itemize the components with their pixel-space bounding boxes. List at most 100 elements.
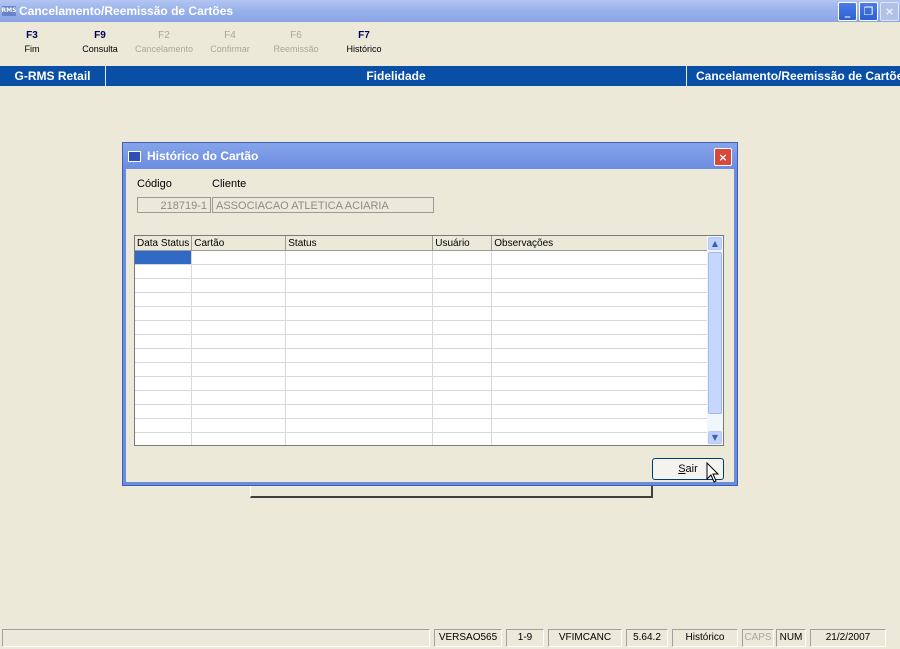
table-cell[interactable] xyxy=(285,278,434,293)
table-cell[interactable] xyxy=(135,376,193,391)
table-cell[interactable] xyxy=(285,390,434,405)
col-usuario[interactable]: Usuário xyxy=(432,236,493,251)
table-cell[interactable] xyxy=(432,320,493,335)
table-cell[interactable] xyxy=(135,432,193,445)
table-cell[interactable] xyxy=(491,418,709,433)
table-cell[interactable] xyxy=(191,432,287,445)
table-cell[interactable] xyxy=(491,404,709,419)
codigo-field[interactable]: 218719-1 xyxy=(137,197,211,213)
toolbar-f2-cancelamento[interactable]: F2 Cancelamento xyxy=(132,30,196,54)
table-cell[interactable] xyxy=(491,432,709,445)
col-data-status[interactable]: Data Status xyxy=(135,236,193,251)
table-cell[interactable] xyxy=(285,320,434,335)
table-row[interactable] xyxy=(135,376,709,391)
table-cell[interactable] xyxy=(191,418,287,433)
table-cell[interactable] xyxy=(191,390,287,405)
table-cell[interactable] xyxy=(135,390,193,405)
table-cell[interactable] xyxy=(135,404,193,419)
table-cell[interactable] xyxy=(432,334,493,349)
table-cell[interactable] xyxy=(191,376,287,391)
col-cartao[interactable]: Cartão xyxy=(191,236,287,251)
table-cell[interactable] xyxy=(135,362,193,377)
main-title-bar[interactable]: RMS Cancelamento/Reemissão de Cartões _ … xyxy=(0,0,900,22)
cliente-field[interactable]: ASSOCIACAO ATLETICA ACIARIA xyxy=(212,197,434,213)
table-cell[interactable] xyxy=(285,432,434,445)
table-cell[interactable] xyxy=(432,264,493,279)
toolbar-f6-reemissao[interactable]: F6 Reemissão xyxy=(270,30,322,54)
table-row[interactable] xyxy=(135,432,709,445)
table-cell[interactable] xyxy=(135,250,193,265)
toolbar-f9-consulta[interactable]: F9 Consulta xyxy=(78,30,122,54)
table-cell[interactable] xyxy=(135,292,193,307)
table-cell[interactable] xyxy=(491,376,709,391)
table-cell[interactable] xyxy=(191,250,287,265)
table-cell[interactable] xyxy=(285,334,434,349)
scroll-thumb[interactable] xyxy=(708,252,722,414)
table-cell[interactable] xyxy=(285,418,434,433)
table-cell[interactable] xyxy=(135,334,193,349)
table-cell[interactable] xyxy=(285,250,434,265)
table-cell[interactable] xyxy=(491,292,709,307)
table-cell[interactable] xyxy=(191,320,287,335)
table-cell[interactable] xyxy=(432,404,493,419)
scroll-up-icon[interactable]: ▲ xyxy=(708,237,722,250)
table-cell[interactable] xyxy=(432,390,493,405)
table-cell[interactable] xyxy=(491,348,709,363)
table-cell[interactable] xyxy=(432,418,493,433)
history-grid[interactable]: Data Status Cartão Status Usuário Observ… xyxy=(134,235,724,446)
table-cell[interactable] xyxy=(285,404,434,419)
table-cell[interactable] xyxy=(491,264,709,279)
table-cell[interactable] xyxy=(432,362,493,377)
dialog-title-bar[interactable]: Histórico do Cartão × xyxy=(123,143,737,169)
table-cell[interactable] xyxy=(135,418,193,433)
table-row[interactable] xyxy=(135,250,709,265)
table-row[interactable] xyxy=(135,418,709,433)
toolbar-f3-fim[interactable]: F3 Fim xyxy=(12,30,52,54)
toolbar-f4-confirmar[interactable]: F4 Confirmar xyxy=(205,30,255,54)
table-cell[interactable] xyxy=(285,376,434,391)
table-cell[interactable] xyxy=(491,306,709,321)
table-cell[interactable] xyxy=(491,278,709,293)
dialog-close-button[interactable]: × xyxy=(714,148,732,166)
col-observacoes[interactable]: Observações xyxy=(491,236,709,251)
toolbar-f7-historico[interactable]: F7 Histórico xyxy=(340,30,388,54)
table-cell[interactable] xyxy=(135,306,193,321)
table-cell[interactable] xyxy=(491,320,709,335)
table-cell[interactable] xyxy=(285,264,434,279)
minimize-button[interactable]: _ xyxy=(838,2,857,21)
table-cell[interactable] xyxy=(432,306,493,321)
table-cell[interactable] xyxy=(135,348,193,363)
table-cell[interactable] xyxy=(135,278,193,293)
table-cell[interactable] xyxy=(432,250,493,265)
table-row[interactable] xyxy=(135,362,709,377)
table-row[interactable] xyxy=(135,264,709,279)
table-cell[interactable] xyxy=(432,432,493,445)
table-row[interactable] xyxy=(135,306,709,321)
table-cell[interactable] xyxy=(432,292,493,307)
table-cell[interactable] xyxy=(135,264,193,279)
table-row[interactable] xyxy=(135,292,709,307)
table-cell[interactable] xyxy=(491,250,709,265)
table-cell[interactable] xyxy=(191,362,287,377)
table-cell[interactable] xyxy=(432,278,493,293)
scroll-down-icon[interactable]: ▼ xyxy=(708,431,722,444)
table-row[interactable] xyxy=(135,320,709,335)
table-cell[interactable] xyxy=(285,348,434,363)
table-cell[interactable] xyxy=(491,362,709,377)
table-cell[interactable] xyxy=(285,306,434,321)
table-row[interactable] xyxy=(135,334,709,349)
table-cell[interactable] xyxy=(191,348,287,363)
table-cell[interactable] xyxy=(191,292,287,307)
table-cell[interactable] xyxy=(285,362,434,377)
table-row[interactable] xyxy=(135,348,709,363)
table-cell[interactable] xyxy=(191,264,287,279)
col-status[interactable]: Status xyxy=(285,236,434,251)
table-row[interactable] xyxy=(135,278,709,293)
table-cell[interactable] xyxy=(135,320,193,335)
table-cell[interactable] xyxy=(191,334,287,349)
table-row[interactable] xyxy=(135,404,709,419)
table-cell[interactable] xyxy=(491,390,709,405)
close-button[interactable]: × xyxy=(880,2,899,21)
grid-vertical-scrollbar[interactable]: ▲ ▼ xyxy=(707,236,723,445)
table-cell[interactable] xyxy=(432,376,493,391)
